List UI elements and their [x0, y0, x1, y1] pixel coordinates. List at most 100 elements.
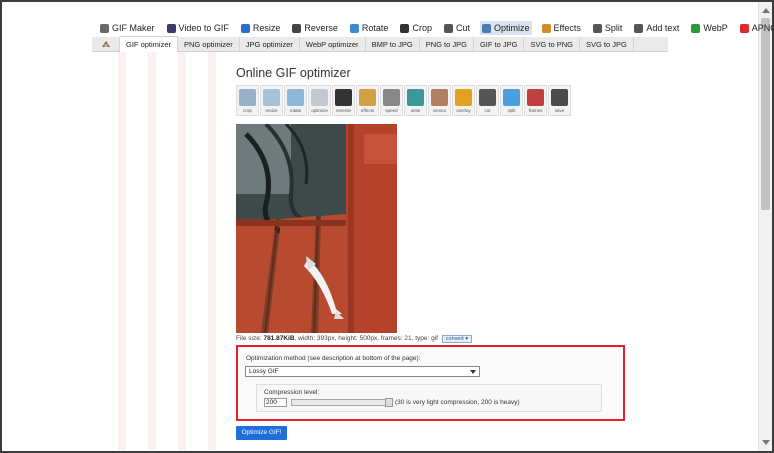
tab-gif-optimizer[interactable]: GIF optimizer: [120, 36, 179, 52]
scrollbar[interactable]: [758, 2, 772, 451]
compression-slider-track[interactable]: [291, 399, 392, 406]
nav-item-label: Resize: [252, 23, 281, 33]
scroll-thumb[interactable]: [761, 18, 770, 210]
nav-item-label: Rotate: [361, 23, 389, 33]
tool-split[interactable]: split: [500, 85, 523, 116]
top-navigation: GIF Maker Video to GIF Resize Reverse Rotate…: [98, 19, 774, 37]
tool-crop[interactable]: crop: [236, 85, 259, 116]
tool-label: write: [410, 108, 421, 113]
sub-navigation: GIF optimizer PNG optimizer JPG optimizer W…: [92, 36, 668, 52]
nav-item-video-to-gif[interactable]: Video to GIF: [165, 21, 231, 35]
add-text-icon: [634, 23, 644, 33]
tool-optimize[interactable]: optimize: [308, 85, 331, 116]
nav-item-label: Video to GIF: [178, 23, 229, 33]
nav-item-split[interactable]: Split: [591, 21, 625, 35]
nav-item-reverse[interactable]: Reverse: [290, 21, 340, 35]
compression-slider-fill: [292, 400, 391, 405]
scroll-up-arrow-icon[interactable]: [762, 8, 770, 13]
apng-icon: [739, 23, 749, 33]
tool-rotate[interactable]: rotate: [284, 85, 307, 116]
tool-write[interactable]: write: [404, 85, 427, 116]
compression-hint: (30 is very light compression, 200 is he…: [395, 399, 520, 406]
tool-label: frames: [528, 108, 543, 113]
gif-maker-icon: [100, 23, 109, 33]
tab-svg-to-jpg[interactable]: SVG to JPG: [580, 37, 634, 51]
speed-tool-icon: [383, 89, 400, 106]
tab-webp-optimizer[interactable]: WebP optimizer: [300, 37, 366, 51]
home-icon: [101, 41, 110, 47]
webp-icon: [691, 23, 701, 33]
overlay-tool-icon: [455, 89, 472, 106]
nav-item-label: GIF Maker: [112, 23, 155, 33]
cut-tool-icon: [479, 89, 496, 106]
nav-item-label: Optimize: [493, 23, 530, 33]
tool-label: split: [507, 108, 516, 113]
tool-censor[interactable]: censor: [428, 85, 451, 116]
effects-icon: [541, 23, 551, 33]
tool-label: reverse: [335, 108, 351, 113]
nav-item-label: Crop: [412, 23, 432, 33]
rotate-tool-icon: [287, 89, 304, 106]
nav-item-cut[interactable]: Cut: [442, 21, 472, 35]
tool-label: speed: [385, 108, 398, 113]
resize-tool-icon: [263, 89, 280, 106]
scroll-down-arrow-icon[interactable]: [762, 440, 770, 445]
resize-icon: [240, 23, 250, 33]
file-info-details: , width: 393px, height: 500px, frames: 2…: [294, 335, 438, 342]
convert-button[interactable]: convert ▾: [441, 335, 473, 343]
nav-item-label: WebP: [703, 23, 728, 33]
tool-label: censor: [432, 108, 447, 113]
nav-item-gif-maker[interactable]: GIF Maker: [98, 21, 157, 35]
effects-tool-icon: [359, 89, 376, 106]
convert-label: convert: [445, 336, 464, 342]
reverse-tool-icon: [335, 89, 352, 106]
nav-item-label: Split: [604, 23, 623, 33]
tab-gif-to-jpg[interactable]: GIF to JPG: [474, 37, 525, 51]
nav-item-effects[interactable]: Effects: [540, 21, 583, 35]
tab-bmp-to-jpg[interactable]: BMP to JPG: [366, 37, 420, 51]
tool-resize[interactable]: resize: [260, 85, 283, 116]
nav-item-label: Add text: [646, 23, 680, 33]
write-tool-icon: [407, 89, 424, 106]
file-size: 781.87KiB: [263, 335, 295, 342]
optimization-method-select[interactable]: Lossy GIF: [245, 366, 480, 377]
chevron-down-icon: [470, 370, 476, 374]
tool-cut[interactable]: cut: [476, 85, 499, 116]
tool-label: effects: [360, 108, 375, 113]
rotate-icon: [349, 23, 359, 33]
tool-label: rotate: [289, 108, 302, 113]
nav-item-apng[interactable]: APNG: [738, 21, 774, 35]
file-info-prefix: File size:: [236, 335, 264, 342]
tab-png-optimizer[interactable]: PNG optimizer: [178, 37, 240, 51]
crop-icon: [400, 23, 410, 33]
compression-level-input[interactable]: 200: [264, 398, 287, 407]
nav-item-rotate[interactable]: Rotate: [348, 21, 391, 35]
nav-item-webp[interactable]: WebP: [689, 21, 729, 35]
compression-slider-thumb[interactable]: [385, 398, 393, 407]
nav-item-add-text[interactable]: Add text: [632, 21, 681, 35]
tool-reverse[interactable]: reverse: [332, 85, 355, 116]
tool-speed[interactable]: speed: [380, 85, 403, 116]
tool-label: crop: [243, 108, 252, 113]
split-icon: [592, 23, 602, 33]
nav-item-crop[interactable]: Crop: [398, 21, 434, 35]
tool-save[interactable]: save: [548, 85, 571, 116]
optimize-gif-button[interactable]: Optimize GIF!: [236, 426, 287, 440]
tab-jpg-optimizer[interactable]: JPG optimizer: [240, 37, 300, 51]
nav-item-resize[interactable]: Resize: [239, 21, 283, 35]
file-info: File size: 781.87KiB, width: 393px, heig…: [236, 335, 473, 343]
nav-item-label: APNG: [751, 23, 774, 33]
nav-item-optimize[interactable]: Optimize: [479, 21, 532, 35]
tab-png-to-jpg[interactable]: PNG to JPG: [420, 37, 474, 51]
tool-label: overlay: [456, 108, 471, 113]
tab-svg-to-png[interactable]: SVG to PNG: [524, 37, 580, 51]
tool-label: save: [554, 108, 565, 113]
tool-label: cut: [484, 108, 491, 113]
background-stripes: [96, 52, 228, 450]
tool-frames[interactable]: frames: [524, 85, 547, 116]
tool-label: resize: [265, 108, 278, 113]
home-tab[interactable]: [92, 37, 120, 51]
optimize-tool-icon: [311, 89, 328, 106]
tool-overlay[interactable]: overlay: [452, 85, 475, 116]
tool-effects[interactable]: effects: [356, 85, 379, 116]
